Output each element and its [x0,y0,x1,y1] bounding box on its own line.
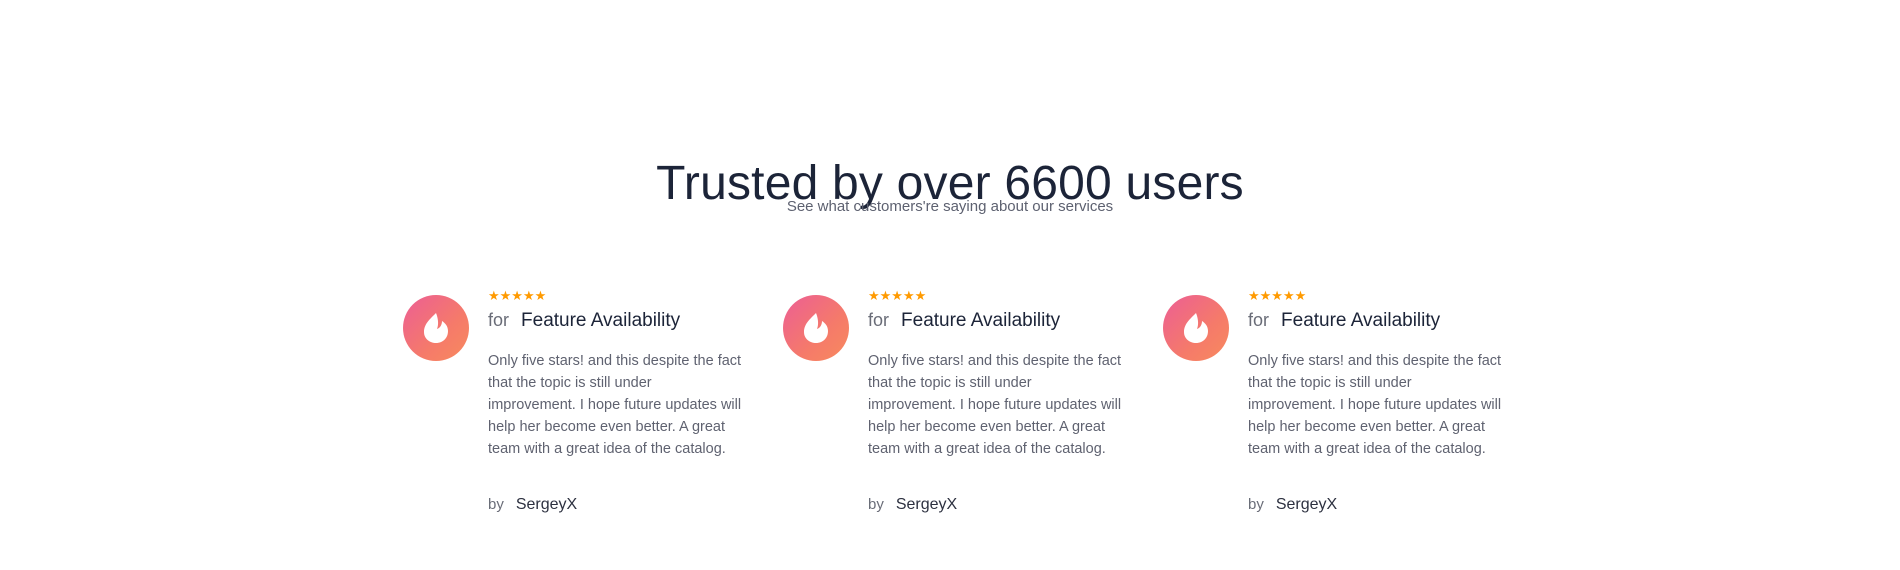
for-label: for [1248,310,1270,330]
rating-stars-icon: ★★★★★ [1248,289,1307,304]
review-author: by SergeyX [868,496,957,514]
review-text: Only five stars! and this despite the fa… [488,353,742,457]
flame-logo-icon [804,313,828,343]
review-author: by SergeyX [1248,496,1337,514]
rating-stars-icon: ★★★★★ [868,289,927,304]
author-name: SergeyX [895,496,958,513]
for-label: for [488,310,510,330]
flame-logo-icon [424,313,448,343]
by-label: by [488,496,504,513]
avatar [1163,295,1229,361]
author-name: SergeyX [1275,496,1338,513]
rating-stars-icon: ★★★★★ [488,289,547,304]
review-card: ★★★★★ for Feature Availability Only five… [403,290,743,530]
review-content: ★★★★★ for Feature Availability Only five… [1248,290,1503,460]
avatar [403,295,469,361]
review-author: by SergeyX [488,496,577,514]
review-subject: for Feature Availability [1248,310,1503,338]
by-label: by [868,496,884,513]
by-label: by [1248,496,1264,513]
review-content: ★★★★★ for Feature Availability Only five… [488,290,743,460]
author-name: SergeyX [515,496,578,513]
review-card: ★★★★★ for Feature Availability Only five… [1163,290,1503,530]
avatar [783,295,849,361]
for-label: for [868,310,890,330]
review-subject: for Feature Availability [868,310,1123,338]
testimonials-section: Trusted by over 6600 users See what cust… [0,0,1900,570]
section-subtitle: See what customers're saying about our s… [786,198,1114,215]
feature-name: Feature Availability [901,310,1061,331]
review-text: Only five stars! and this despite the fa… [1248,353,1502,457]
review-content: ★★★★★ for Feature Availability Only five… [868,290,1123,460]
feature-name: Feature Availability [521,310,681,331]
star-rating: ★★★★★ [488,290,743,304]
star-rating: ★★★★★ [1248,290,1503,304]
review-text: Only five stars! and this despite the fa… [868,353,1122,457]
review-card: ★★★★★ for Feature Availability Only five… [783,290,1123,530]
review-subject: for Feature Availability [488,310,743,338]
star-rating: ★★★★★ [868,290,1123,304]
flame-logo-icon [1184,313,1208,343]
feature-name: Feature Availability [1281,310,1441,331]
